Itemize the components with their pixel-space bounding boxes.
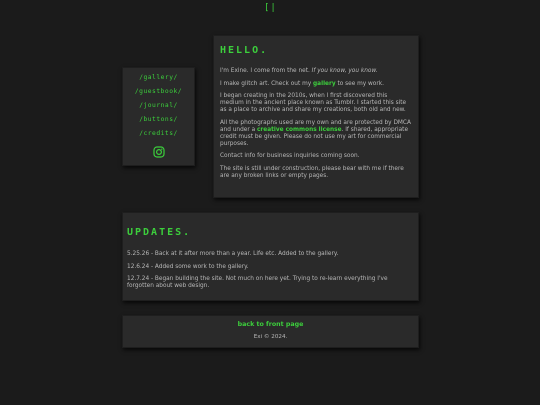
intro-text: I'm Exine. I come from the net.	[220, 68, 312, 74]
gallery-text-before: I make glitch art. Check out my	[220, 80, 314, 87]
gallery-link[interactable]: gallery	[313, 81, 336, 87]
footer-panel: back to front page Exi © 2024.	[122, 315, 419, 348]
intro-italic: If you know, you know.	[311, 68, 378, 74]
update-item: 12.6.24 - Added some work to the gallery…	[127, 263, 249, 270]
license-paragraph: All the photographs used are my own and …	[220, 120, 412, 148]
updates-heading: UPDATES.	[127, 227, 192, 238]
updates-panel: UPDATES. 5.25.26 - Back at it after more…	[122, 212, 419, 301]
hello-panel: HELLO. I'm Exine. I come from the net. I…	[213, 35, 419, 198]
instagram-icon[interactable]	[152, 143, 165, 162]
hello-body: I'm Exine. I come from the net. If you k…	[220, 68, 412, 185]
nav-link-journal[interactable]: /journal/	[123, 99, 194, 113]
gallery-text-after: to see my work.	[335, 80, 384, 87]
nav-link-gallery[interactable]: /gallery/	[123, 71, 194, 85]
updates-list: 5.25.26 - Back at it after more than a y…	[127, 251, 412, 296]
update-item: 5.25.26 - Back at it after more than a y…	[127, 251, 339, 257]
creative-commons-link[interactable]: creative commons license	[257, 127, 342, 133]
intro-paragraph: I'm Exine. I come from the net. If you k…	[220, 68, 412, 75]
update-item: 12.7.24 - Began building the site. Not m…	[127, 276, 388, 289]
site-logo[interactable]: [|	[264, 3, 277, 13]
history-paragraph: I began creating in the 2010s, when I fi…	[220, 93, 407, 113]
nav-panel: /gallery/ /guestbook/ /journal/ /buttons…	[122, 67, 195, 166]
nav-link-buttons[interactable]: /buttons/	[123, 113, 194, 127]
back-to-front-link[interactable]: back to front page	[123, 321, 418, 328]
nav-link-credits[interactable]: /credits/	[123, 127, 194, 141]
construction-paragraph: The site is still under construction, pl…	[220, 165, 404, 179]
copyright-text: Exi © 2024.	[253, 334, 288, 340]
hello-heading: HELLO.	[220, 45, 269, 56]
gallery-paragraph: I make glitch art. Check out my gallery …	[220, 81, 412, 88]
nav-link-guestbook[interactable]: /guestbook/	[123, 85, 194, 99]
contact-paragraph: Contact info for business inquiries comi…	[220, 153, 360, 159]
